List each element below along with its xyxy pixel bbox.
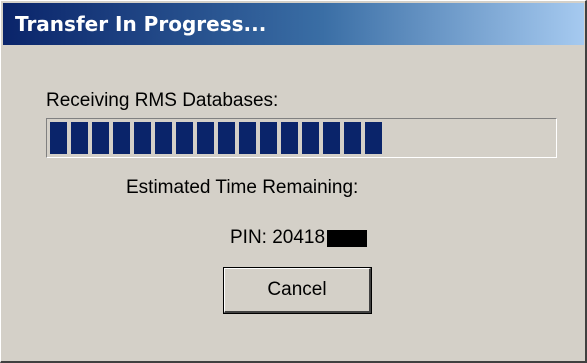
progress-block <box>365 122 382 154</box>
status-label: Receiving RMS Databases: <box>46 90 279 111</box>
progress-block <box>134 122 151 154</box>
progress-block <box>302 122 319 154</box>
redaction-bar <box>327 229 368 247</box>
progress-block <box>218 122 235 154</box>
cancel-button[interactable]: Cancel <box>223 267 372 314</box>
progress-block <box>323 122 340 154</box>
title-bar[interactable]: Transfer In Progress... <box>3 3 584 45</box>
progress-track <box>50 122 553 154</box>
progress-block <box>113 122 130 154</box>
progress-block <box>92 122 109 154</box>
cancel-button-label: Cancel <box>224 268 371 313</box>
progress-block <box>344 122 361 154</box>
progress-block <box>176 122 193 154</box>
transfer-dialog: Transfer In Progress... Receiving RMS Da… <box>0 0 587 363</box>
pin-readout: PIN: 20418 <box>230 227 368 249</box>
progress-bar <box>46 118 557 158</box>
eta-label: Estimated Time Remaining: <box>126 177 359 198</box>
progress-block <box>50 122 67 154</box>
progress-block <box>197 122 214 154</box>
progress-block <box>155 122 172 154</box>
progress-block <box>281 122 298 154</box>
pin-text: PIN: 20418 <box>230 227 326 248</box>
progress-block <box>239 122 256 154</box>
window-title: Transfer In Progress... <box>15 12 267 36</box>
progress-block <box>260 122 277 154</box>
progress-block <box>71 122 88 154</box>
